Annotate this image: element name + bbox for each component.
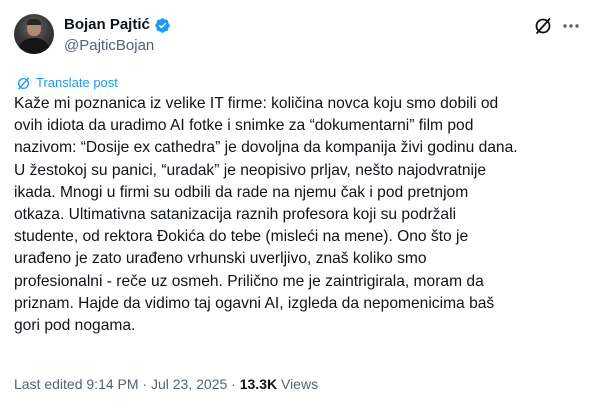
tweet-body: Kaže mi poznanica iz velike IT firme: ko… (14, 93, 584, 337)
tweet-body-line: studente, od rektora Đokića do tebe (mis… (14, 228, 469, 246)
translate-icon (16, 76, 31, 91)
translate-post-link[interactable]: Translate post (16, 75, 118, 91)
meta-separator: · (142, 376, 148, 392)
avatar-hair-shape (27, 19, 41, 25)
tweet-body-line: U žestokoj su panici, “uradak” je neopis… (14, 161, 487, 179)
edited-label: Last edited (14, 376, 83, 392)
meta-separator: · (231, 376, 236, 392)
author-display-name[interactable]: Bojan Pajtić (64, 16, 150, 34)
grok-icon[interactable] (533, 16, 553, 36)
tweet-body-line: urađeno je zato urađeno vrhunski uverlji… (14, 250, 427, 268)
author-name-row: Bojan Pajtić (64, 16, 171, 34)
avatar[interactable] (14, 14, 54, 54)
views-label: Views (280, 376, 319, 392)
more-options-icon[interactable] (561, 16, 581, 36)
tweet-card: Bojan Pajtić @PajticBojan Translate post… (0, 0, 592, 412)
translate-label: Translate post (36, 75, 118, 90)
tweet-body-line: otkaza. Ultimativna satanizacija raznih … (14, 206, 457, 224)
tweet-body-line: nazivom: “Dosije ex cathedra” je dovoljn… (14, 139, 518, 157)
tweet-body-line: priznam. Hajde da vidimo taj ogavni AI, … (14, 294, 495, 312)
tweet-body-line: Kaže mi poznanica iz velike IT firme: ko… (14, 95, 499, 112)
post-date[interactable]: Jul 23, 2025 (151, 376, 227, 392)
tweet-body-line: profesionalni - reče uz osmeh. Prilično … (14, 272, 484, 290)
tweet-body-line: ovih idiota da uradimo AI fotke i snimke… (14, 117, 474, 135)
verified-badge-icon[interactable] (154, 17, 171, 34)
post-time: 9:14 PM (86, 376, 139, 392)
tweet-body-line: gori pod nogama. (14, 317, 136, 335)
tweet-meta: Last edited 9:14 PM · Jul 23, 2025 · 13.… (14, 375, 318, 393)
last-edited-link[interactable]: Last edited 9:14 PM (14, 376, 139, 392)
author-handle[interactable]: @PajticBojan (64, 37, 154, 55)
avatar-body-shape (18, 38, 50, 54)
tweet-body-line: ikada. Mnogi u firmi su odbili da rade n… (14, 183, 469, 201)
views-count: 13.3K (239, 376, 278, 392)
